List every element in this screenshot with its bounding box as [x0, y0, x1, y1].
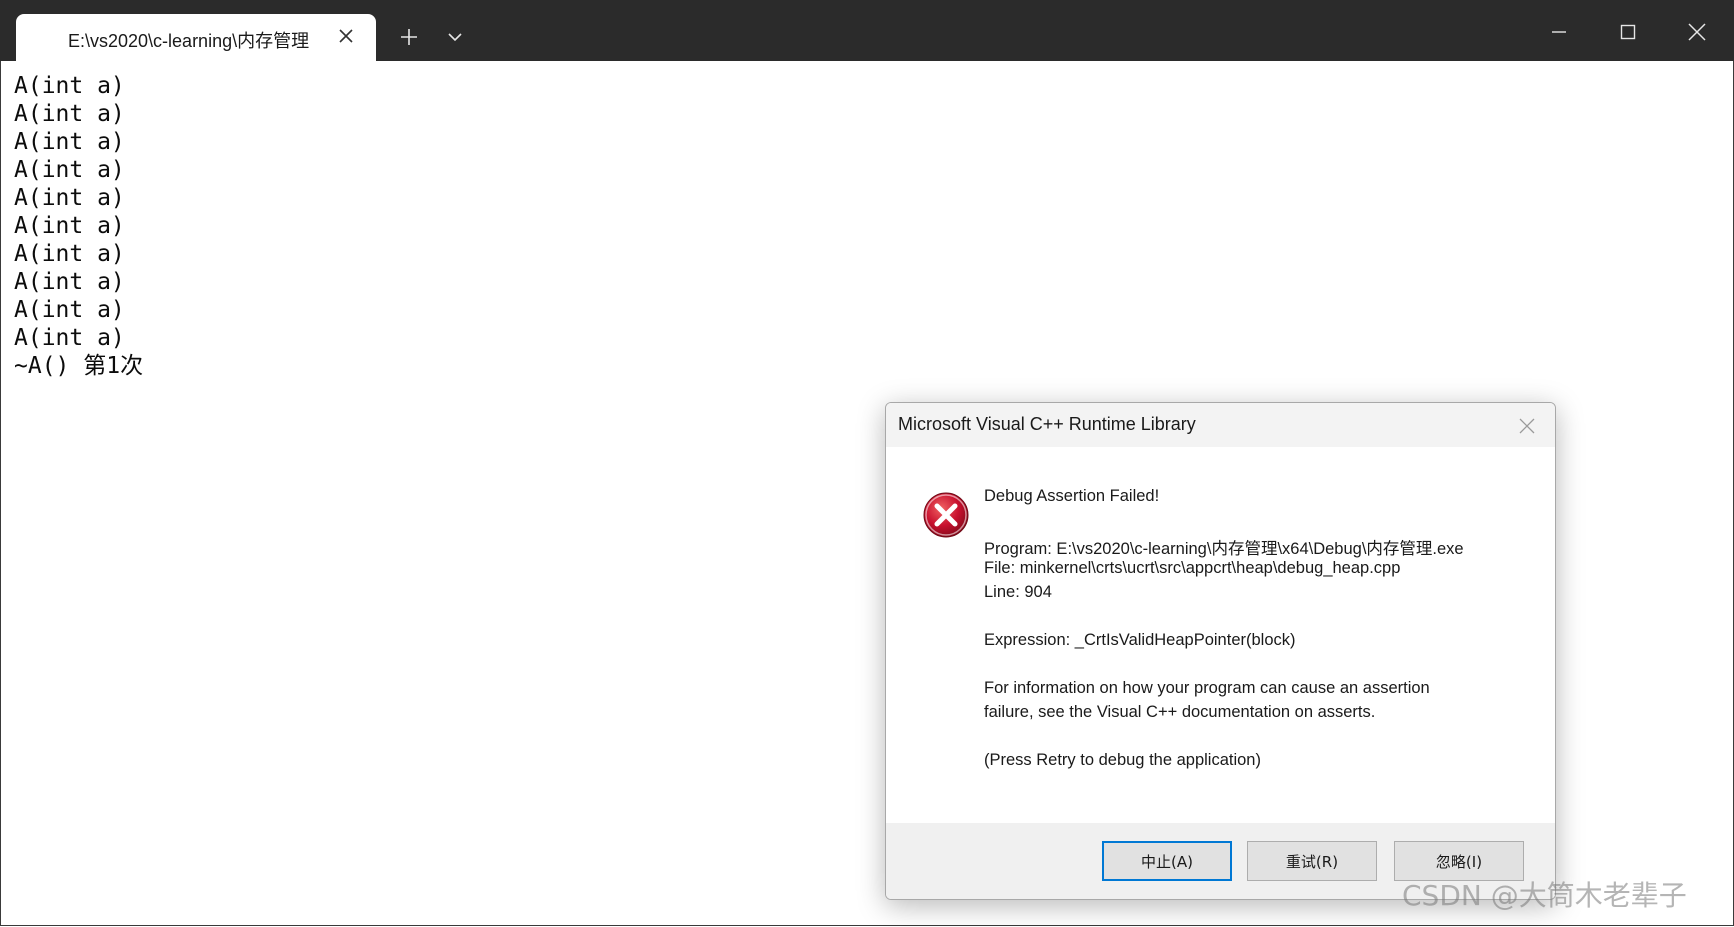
abort-button[interactable]: 中止(A)	[1102, 841, 1232, 881]
tab-close-icon[interactable]	[334, 24, 358, 48]
console-line: ~A() 第1次	[14, 353, 144, 379]
line-number: Line: 904	[984, 583, 1052, 601]
terminal-titlebar: E:\vs2020\c-learning\内存管理	[0, 0, 1734, 61]
console-line: A(int a)	[14, 241, 125, 267]
program-path: Program: E:\vs2020\c-learning\内存管理\x64\D…	[984, 540, 1464, 558]
watermark: CSDN @大筒木老辈子	[1402, 879, 1687, 912]
window-close-icon[interactable]	[1674, 12, 1720, 52]
retry-hint: (Press Retry to debug the application)	[984, 751, 1261, 769]
dialog-body: Debug Assertion Failed! Program: E:\vs20…	[886, 447, 1555, 823]
plus-icon[interactable]	[394, 22, 424, 52]
dialog-title: Microsoft Visual C++ Runtime Library	[898, 414, 1196, 434]
console-line: A(int a)	[14, 73, 125, 99]
console-line: A(int a)	[14, 325, 125, 351]
assertion-heading: Debug Assertion Failed!	[984, 487, 1160, 505]
console-line: A(int a)	[14, 213, 125, 239]
assertion-expression: Expression: _CrtIsValidHeapPointer(block…	[984, 631, 1296, 649]
tab-title: E:\vs2020\c-learning\内存管理	[68, 31, 310, 51]
source-file: File: minkernel\crts\ucrt\src\appcrt\hea…	[984, 559, 1401, 577]
chevron-down-icon[interactable]	[440, 22, 470, 52]
dialog-titlebar[interactable]: Microsoft Visual C++ Runtime Library	[886, 403, 1555, 447]
maximize-icon[interactable]	[1605, 12, 1651, 52]
console-line: A(int a)	[14, 157, 125, 183]
assertion-dialog: Microsoft Visual C++ Runtime Library Deb…	[885, 402, 1556, 900]
console-line: A(int a)	[14, 101, 125, 127]
retry-button[interactable]: 重试(R)	[1247, 841, 1377, 881]
minimize-icon[interactable]	[1536, 12, 1582, 52]
error-icon	[922, 491, 970, 539]
info-text-line2: failure, see the Visual C++ documentatio…	[984, 703, 1376, 721]
console-line: A(int a)	[14, 185, 125, 211]
info-text-line1: For information on how your program can …	[984, 679, 1430, 697]
dialog-close-icon[interactable]	[1516, 415, 1538, 437]
console-output[interactable]: A(int a) A(int a) A(int a) A(int a) A(in…	[14, 72, 143, 380]
terminal-tab[interactable]: E:\vs2020\c-learning\内存管理	[16, 14, 376, 61]
console-line: A(int a)	[14, 269, 125, 295]
console-line: A(int a)	[14, 129, 125, 155]
console-line: A(int a)	[14, 297, 125, 323]
